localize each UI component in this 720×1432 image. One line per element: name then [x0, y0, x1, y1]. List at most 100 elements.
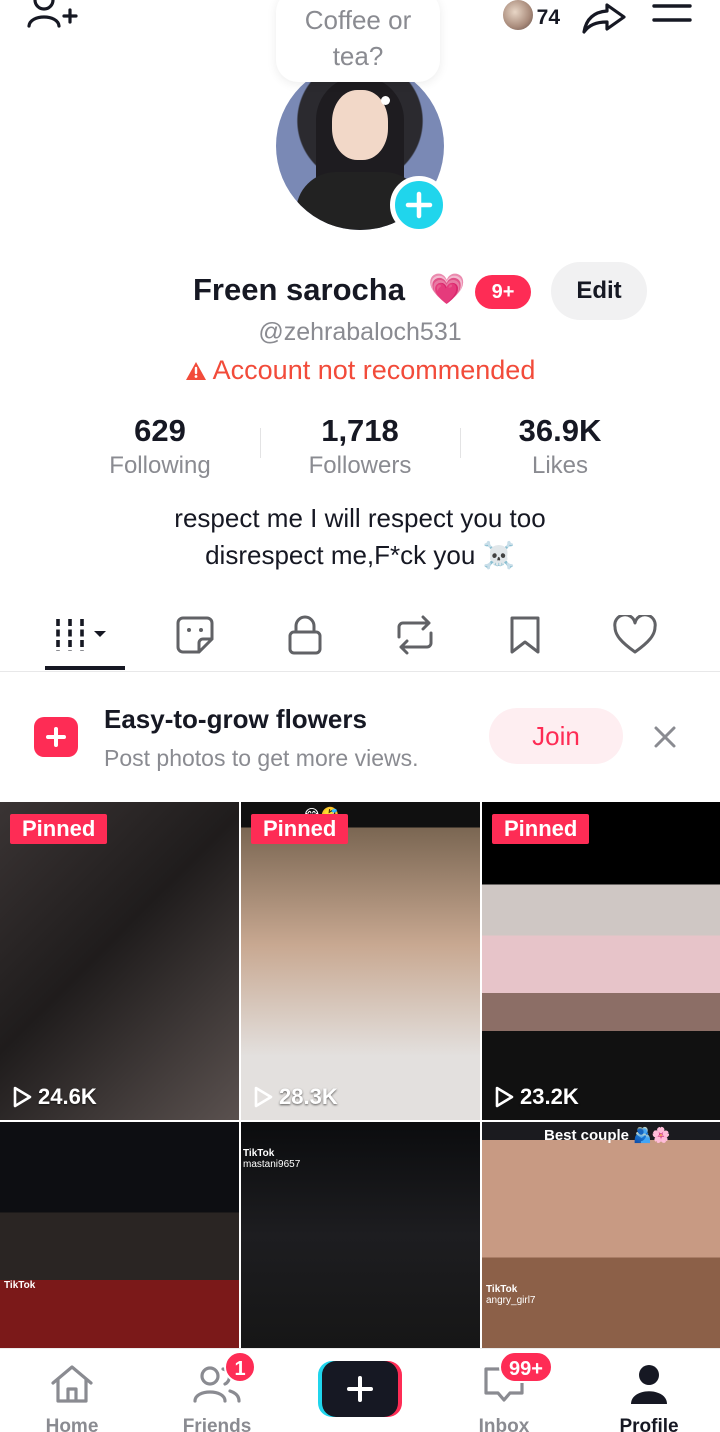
- play-icon: [13, 1086, 32, 1108]
- join-button[interactable]: Join: [489, 708, 623, 764]
- active-tab-indicator: [45, 666, 125, 670]
- stat-label: Followers: [308, 452, 412, 479]
- bio-line: disrespect me,F*ck you ☠️: [205, 540, 515, 570]
- video-thumbnail[interactable]: TikTok: [0, 1122, 239, 1348]
- promo-subtitle: Post photos to get more views.: [104, 745, 419, 771]
- add-friend-button[interactable]: [26, 0, 78, 38]
- tab-videos[interactable]: [30, 604, 140, 666]
- stat-label: Following: [109, 452, 211, 479]
- plus-icon: [46, 727, 66, 747]
- nav-friends-label: Friends: [182, 1416, 252, 1432]
- person-plus-icon: [27, 0, 78, 28]
- video-thumbnail[interactable]: Best couple 🫂🌸 TikTok angry_girl7: [482, 1122, 720, 1348]
- share-button[interactable]: [580, 0, 628, 36]
- nav-profile[interactable]: Profile: [594, 1363, 704, 1432]
- tiktok-watermark: TikTok: [4, 1280, 36, 1291]
- pinned-badge: Pinned: [492, 814, 590, 844]
- name-row: Freen sarocha 💗 9+ Edit: [0, 262, 720, 320]
- create-button-face: [322, 1361, 398, 1417]
- share-arrow-icon: [582, 3, 626, 34]
- inbox-badge: 99+: [499, 1351, 553, 1383]
- account-warning-text: Account not recommended: [212, 355, 536, 385]
- nav-profile-label: Profile: [619, 1416, 679, 1432]
- grid-bars-icon: [56, 619, 106, 651]
- profile-name: Freen sarocha: [193, 272, 405, 307]
- bio-line: respect me I will respect you too: [174, 503, 546, 533]
- tab-stickers[interactable]: [140, 604, 250, 666]
- lock-icon: [288, 615, 322, 655]
- plus-icon: [347, 1376, 373, 1402]
- promo-banner: Easy-to-grow flowers Post photos to get …: [0, 690, 720, 790]
- profile-handle: @zehrabaloch531: [258, 318, 462, 346]
- note-bubble-tail: [381, 96, 390, 105]
- close-icon: [654, 726, 676, 748]
- video-thumbnail[interactable]: 😂🤣 Pinned 28.3K: [241, 802, 480, 1120]
- hamburger-icon: [652, 4, 692, 22]
- home-icon: [51, 1365, 93, 1403]
- note-bubble[interactable]: Coffee or tea?: [276, 0, 440, 82]
- play-icon: [254, 1086, 273, 1108]
- stat-label: Likes: [531, 452, 589, 479]
- nav-home-label: Home: [45, 1416, 99, 1432]
- view-count: 24.6K: [12, 1084, 97, 1110]
- view-count-text: 24.6K: [38, 1084, 97, 1109]
- watermark-username: angry_girl7: [486, 1295, 536, 1306]
- stat-value: 629: [134, 413, 186, 448]
- heart-emoji: 💗: [428, 273, 466, 306]
- tab-private[interactable]: [250, 604, 360, 666]
- video-grid: Pinned 24.6K 😂🤣 Pinned 28.3K Pinned 23.2…: [0, 802, 720, 1348]
- nav-friends[interactable]: Friends 1: [162, 1351, 272, 1432]
- warning-icon: [185, 361, 206, 380]
- bookmark-icon: [510, 616, 540, 654]
- stat-value: 36.9K: [518, 413, 602, 448]
- nav-home[interactable]: Home: [17, 1363, 127, 1432]
- profile-bio: respect me I will respect you too disres…: [0, 500, 720, 574]
- tiktok-watermark: TikTok: [243, 1148, 275, 1159]
- stat-followers[interactable]: 1,718 Followers: [260, 412, 460, 482]
- watermark-username: mastani9657: [243, 1159, 301, 1170]
- profile-stats: 629 Following 1,718 Followers 36.9K Like…: [0, 412, 720, 482]
- stat-following[interactable]: 629 Following: [60, 412, 260, 482]
- edit-profile-button[interactable]: Edit: [551, 262, 647, 320]
- view-count: 28.3K: [253, 1084, 338, 1110]
- visitor-count: 74: [536, 6, 560, 29]
- pinned-badge: Pinned: [251, 814, 349, 844]
- visitor-avatar: [500, 0, 535, 32]
- content-tabs: [30, 604, 690, 666]
- tab-favorites[interactable]: [470, 604, 580, 666]
- video-thumbnail[interactable]: TikTok mastani9657: [241, 1122, 480, 1348]
- bottom-nav: Home Friends 1 Inbox 99+ Profile: [0, 1348, 720, 1432]
- promo-add-icon: [34, 717, 78, 757]
- promo-close-button[interactable]: [648, 720, 682, 754]
- tabs-divider: [0, 671, 720, 672]
- repost-icon: [397, 615, 433, 655]
- create-button[interactable]: [318, 1361, 402, 1417]
- heart-outline-icon: [613, 615, 657, 654]
- view-count-text: 28.3K: [279, 1084, 338, 1109]
- menu-button[interactable]: [648, 0, 696, 36]
- name-badge[interactable]: 9+: [475, 275, 531, 309]
- stat-value: 1,718: [321, 413, 399, 448]
- profile-icon: [631, 1365, 667, 1404]
- add-story-button[interactable]: [390, 176, 448, 234]
- tab-reposts[interactable]: [360, 604, 470, 666]
- play-icon: [495, 1086, 514, 1108]
- friends-badge: 1: [224, 1351, 256, 1383]
- avatar-face: [332, 90, 388, 160]
- plus-icon: [405, 191, 433, 219]
- nav-inbox-label: Inbox: [478, 1416, 530, 1432]
- view-count: 23.2K: [494, 1084, 579, 1110]
- profile-visitors[interactable]: 74: [500, 0, 560, 36]
- video-thumbnail[interactable]: Pinned 23.2K: [482, 802, 720, 1120]
- stat-likes[interactable]: 36.9K Likes: [460, 412, 660, 482]
- nav-inbox[interactable]: Inbox 99+: [449, 1351, 559, 1432]
- tiktok-watermark: TikTok: [486, 1284, 518, 1295]
- pinned-badge: Pinned: [10, 814, 108, 844]
- tab-liked[interactable]: [580, 604, 690, 666]
- thumbnail-caption: Best couple 🫂🌸: [544, 1127, 671, 1144]
- promo-title: Easy-to-grow flowers: [104, 704, 367, 734]
- sticker-icon: [176, 616, 214, 654]
- account-warning[interactable]: Account not recommended: [0, 355, 720, 386]
- video-thumbnail[interactable]: Pinned 24.6K: [0, 802, 239, 1120]
- view-count-text: 23.2K: [520, 1084, 579, 1109]
